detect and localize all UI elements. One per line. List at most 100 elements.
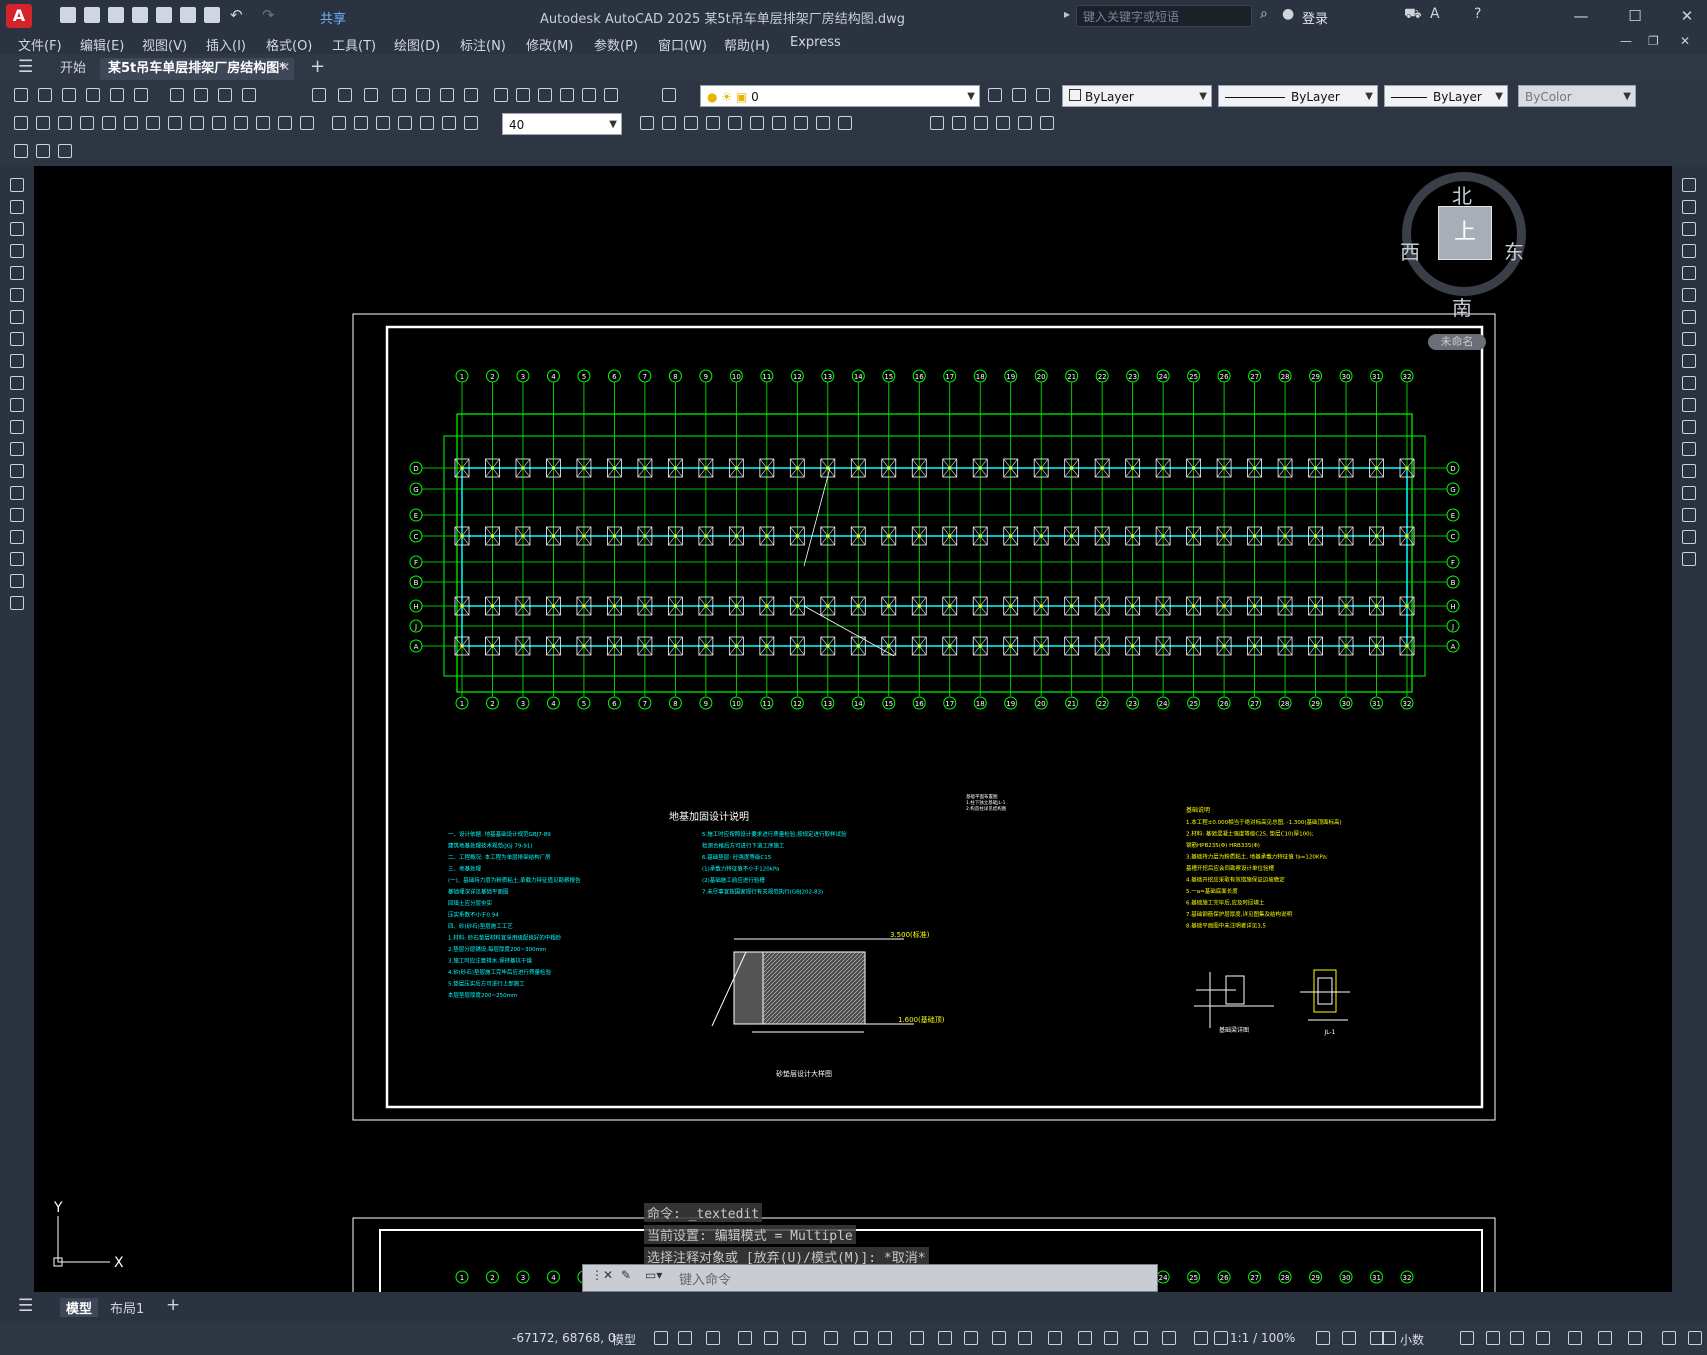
standard-tool-icon[interactable] [168,86,186,104]
modify-tool-icon[interactable] [1680,528,1698,546]
dim-tool-icon[interactable] [396,114,414,132]
minimize-button[interactable]: — [1566,5,1596,27]
model-space-button[interactable]: 模型 [612,1331,636,1348]
modify-tool-icon[interactable] [1680,264,1698,282]
command-line[interactable]: ⋮ ✕ ✎ ▭▾ 键入命令 [582,1264,1158,1292]
dim-tool-icon[interactable] [100,114,118,132]
dim-tool-icon[interactable] [232,114,250,132]
status-toggle-icon[interactable] [1686,1329,1704,1347]
standard-tool-icon[interactable] [1010,86,1028,104]
hamburger-menu-icon[interactable]: ☰ [18,57,33,77]
status-toggle-icon[interactable] [762,1329,780,1347]
standard-tool-icon[interactable] [580,86,598,104]
draw-tool-icon[interactable] [8,484,26,502]
modify-tool-icon[interactable] [1680,374,1698,392]
search-input[interactable]: 键入关键字或短语 [1076,5,1252,27]
standard-tool-icon[interactable] [558,86,576,104]
status-toggle-icon[interactable] [1046,1329,1064,1347]
status-toggle-icon[interactable] [1016,1329,1034,1347]
login-button[interactable]: 登录 [1302,8,1328,27]
customize-wrench-icon[interactable]: ✎ [621,1268,631,1282]
menu-format[interactable]: 格式(O) [266,35,312,54]
undo-icon[interactable]: ↶ [230,6,243,24]
dim-tool-icon[interactable] [950,114,968,132]
modify-tool-icon[interactable] [1680,462,1698,480]
draw-tool-icon[interactable] [8,198,26,216]
modify-tool-icon[interactable] [1680,330,1698,348]
standard-tool-icon[interactable] [216,86,234,104]
status-toggle-icon[interactable] [876,1329,894,1347]
draw-tool-icon[interactable] [8,396,26,414]
compass-south[interactable]: 南 [1452,292,1472,321]
status-toggle-icon[interactable] [822,1329,840,1347]
menu-parametric[interactable]: 参数(P) [594,35,638,54]
draw-tool-icon[interactable] [8,308,26,326]
menu-modify[interactable]: 修改(M) [526,35,573,54]
standard-tool-icon[interactable] [108,86,126,104]
standard-tool-icon[interactable] [492,86,510,104]
standard-tool-icon[interactable] [36,86,54,104]
draw-tool-icon[interactable] [8,440,26,458]
dim-tool-icon[interactable] [352,114,370,132]
status-toggle-icon[interactable] [1484,1329,1502,1347]
status-toggle-icon[interactable] [908,1329,926,1347]
linetype-dropdown[interactable]: ByLayer ▼ [1218,85,1378,107]
modify-tool-icon[interactable] [1680,286,1698,304]
dim-tool-icon[interactable] [34,114,52,132]
plot-icon[interactable] [204,7,220,23]
standard-tool-icon[interactable] [60,86,78,104]
draw-tool-icon[interactable] [8,374,26,392]
standard-tool-icon[interactable] [1034,86,1052,104]
status-toggle-icon[interactable] [1508,1329,1526,1347]
units-dropdown[interactable]: 小数 [1400,1331,1424,1348]
standard-tool-icon[interactable] [602,86,620,104]
compass-north[interactable]: 北 [1452,180,1472,209]
color-dropdown[interactable]: ByLayer ▼ [1062,85,1212,107]
standard-tool-icon[interactable] [310,86,328,104]
save-web-icon[interactable] [180,7,196,23]
dim-tool-icon[interactable] [122,114,140,132]
status-toggle-icon[interactable] [962,1329,980,1347]
standard-tool-icon[interactable] [390,86,408,104]
standard-tool-icon[interactable] [12,86,30,104]
dim-tool-icon[interactable] [1016,114,1034,132]
status-toggle-icon[interactable] [790,1329,808,1347]
draw-tool-icon[interactable] [8,528,26,546]
standard-tool-icon[interactable] [84,86,102,104]
wcs-menu[interactable]: 未命名 [1428,334,1486,350]
status-toggle-icon[interactable] [1660,1329,1678,1347]
status-toggle-icon[interactable] [1380,1329,1398,1347]
standard-tool-icon[interactable] [132,86,150,104]
dim-tool-icon[interactable] [682,114,700,132]
status-toggle-icon[interactable] [936,1329,954,1347]
doc-restore-icon[interactable]: ❐ [1648,34,1659,48]
menu-edit[interactable]: 编辑(E) [80,35,124,54]
dim-tool-icon[interactable] [254,114,272,132]
menu-tools[interactable]: 工具(T) [332,35,376,54]
standard-tool-icon[interactable] [192,86,210,104]
app-logo-icon[interactable]: A [6,4,32,28]
dimscale-dropdown[interactable]: 40 ▼ [502,113,622,135]
status-toggle-icon[interactable] [1458,1329,1476,1347]
draw-tool-icon[interactable] [8,594,26,612]
dim-tool-icon[interactable] [78,114,96,132]
viewcube-top-face[interactable]: 上 [1438,206,1492,260]
status-toggle-icon[interactable] [1212,1329,1230,1347]
status-toggle-icon[interactable] [652,1329,670,1347]
standard-tool-icon[interactable] [514,86,532,104]
modify-tool-icon[interactable] [1680,198,1698,216]
lineweight-dropdown[interactable]: ByLayer ▼ [1384,85,1508,107]
draw-tool-icon[interactable] [8,462,26,480]
status-toggle-icon[interactable] [1160,1329,1178,1347]
dim-tool-icon[interactable] [638,114,656,132]
status-toggle-icon[interactable] [1340,1329,1358,1347]
draw-tool-icon[interactable] [8,506,26,524]
modify-tool-icon[interactable] [1680,484,1698,502]
draw-tool-icon[interactable] [8,264,26,282]
compass-west[interactable]: 西 [1400,236,1420,265]
modify-tool-icon[interactable] [1680,418,1698,436]
dim-tool-icon[interactable] [836,114,854,132]
dim-tool-icon[interactable] [660,114,678,132]
draw-tool-icon[interactable] [8,220,26,238]
standard-tool-icon[interactable] [336,86,354,104]
